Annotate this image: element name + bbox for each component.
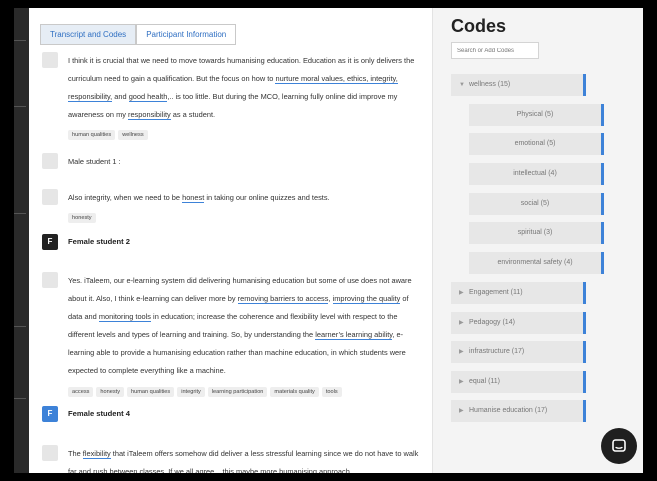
screenshot-frame: Transcript and Codes Participant Informa… xyxy=(0,0,657,481)
code-item-social[interactable]: social (5) xyxy=(469,193,604,215)
coded-highlight[interactable]: removing barriers to access xyxy=(237,294,329,304)
caret-right-icon: ▶ xyxy=(459,408,464,414)
chat-bubble-icon xyxy=(612,439,626,452)
code-item-engagement[interactable]: ▶ Engagement (11) xyxy=(451,282,586,304)
transcript-paragraph[interactable]: Also integrity, when we need to be hones… xyxy=(68,189,424,207)
transcript-block: Also integrity, when we need to be hones… xyxy=(42,189,424,229)
code-search-input[interactable] xyxy=(451,42,539,59)
codes-title: Codes xyxy=(451,16,507,36)
codes-panel: Codes ▼wellness (15) Physical (5) emotio… xyxy=(432,8,643,473)
coded-highlight[interactable]: learner’s learning ability xyxy=(315,330,393,340)
coded-highlight[interactable]: improving the quality xyxy=(332,294,401,304)
tag-list: access honesty human qualities integrity… xyxy=(68,387,342,397)
code-item-equal[interactable]: ▶ equal (11) xyxy=(451,371,586,393)
coded-highlight[interactable]: monitoring tools xyxy=(98,312,151,322)
speaker-avatar xyxy=(42,272,58,288)
caret-down-icon: ▼ xyxy=(459,82,465,88)
speaker-avatar: F xyxy=(42,406,58,422)
code-tag[interactable]: tools xyxy=(321,387,342,397)
transcript-block: Male student 1 : xyxy=(42,153,424,171)
tab-transcript-and-codes[interactable]: Transcript and Codes xyxy=(40,24,137,45)
code-item-intellectual[interactable]: intellectual (4) xyxy=(469,163,604,185)
caret-right-icon: ▶ xyxy=(459,290,464,296)
code-item-physical[interactable]: Physical (5) xyxy=(469,104,604,126)
left-toolbar-strip xyxy=(14,8,30,473)
chat-button[interactable] xyxy=(601,428,637,464)
caret-right-icon: ▶ xyxy=(459,349,464,355)
code-tag[interactable]: materials quality xyxy=(270,387,319,397)
code-tag[interactable]: learning participation xyxy=(207,387,268,397)
code-item-environmental-safety[interactable]: environmental safety (4) xyxy=(469,252,604,274)
code-tag[interactable]: integrity xyxy=(177,387,205,397)
code-tag[interactable]: wellness xyxy=(118,130,148,140)
caret-right-icon: ▶ xyxy=(459,320,464,326)
speaker-avatar xyxy=(42,189,58,205)
coded-highlight[interactable]: good health xyxy=(128,92,168,102)
speaker-name: Female student 4 xyxy=(68,409,131,418)
caret-right-icon: ▶ xyxy=(459,379,464,385)
transcript-panel: Transcript and Codes Participant Informa… xyxy=(29,8,432,473)
code-tag[interactable]: human qualities xyxy=(68,130,116,140)
code-item-humanise-education[interactable]: ▶ Humanise education (17) xyxy=(451,400,586,422)
speaker-avatar xyxy=(42,153,58,169)
transcript-paragraph[interactable]: Yes. iTaleem, our e-learning system did … xyxy=(68,272,424,380)
speaker-row: F Female student 4 xyxy=(42,406,424,424)
transcript-paragraph[interactable]: Male student 1 : xyxy=(68,153,424,171)
speaker-avatar xyxy=(42,445,58,461)
tab-participant-information[interactable]: Participant Information xyxy=(136,24,237,45)
speaker-name: Female student 2 xyxy=(68,237,131,246)
code-tag[interactable]: access xyxy=(68,387,94,397)
code-tag[interactable]: human qualities xyxy=(127,387,175,397)
code-tag[interactable]: honesty xyxy=(68,213,96,223)
code-item-spiritual[interactable]: spiritual (3) xyxy=(469,222,604,244)
code-tag[interactable]: honesty xyxy=(96,387,125,397)
coded-highlight[interactable]: flexibility xyxy=(82,449,111,459)
code-item-infrastructure[interactable]: ▶ infrastructure (17) xyxy=(451,341,586,363)
coded-highlight[interactable]: responsibility xyxy=(127,110,171,120)
transcript-block: Yes. iTaleem, our e-learning system did … xyxy=(42,272,424,402)
transcript-block: I think it is crucial that we need to mo… xyxy=(42,52,424,147)
transcript-block: The flexibility that iTaleem offers some… xyxy=(42,445,424,473)
transcript-paragraph[interactable]: The flexibility that iTaleem offers some… xyxy=(68,445,424,473)
tag-list: human qualities wellness xyxy=(68,130,148,140)
speaker-row: F Female student 2 xyxy=(42,234,424,252)
tab-bar: Transcript and Codes Participant Informa… xyxy=(40,24,237,45)
code-item-wellness[interactable]: ▼ wellness (15) xyxy=(451,74,586,96)
transcript-paragraph[interactable]: I think it is crucial that we need to mo… xyxy=(68,52,424,124)
tag-list: honesty xyxy=(68,213,96,223)
speaker-avatar: F xyxy=(42,234,58,250)
coded-highlight[interactable]: honest xyxy=(182,193,205,203)
code-item-pedagogy[interactable]: ▶ Pedagogy (14) xyxy=(451,312,586,334)
code-item-emotional[interactable]: emotional (5) xyxy=(469,133,604,155)
speaker-avatar xyxy=(42,52,58,68)
